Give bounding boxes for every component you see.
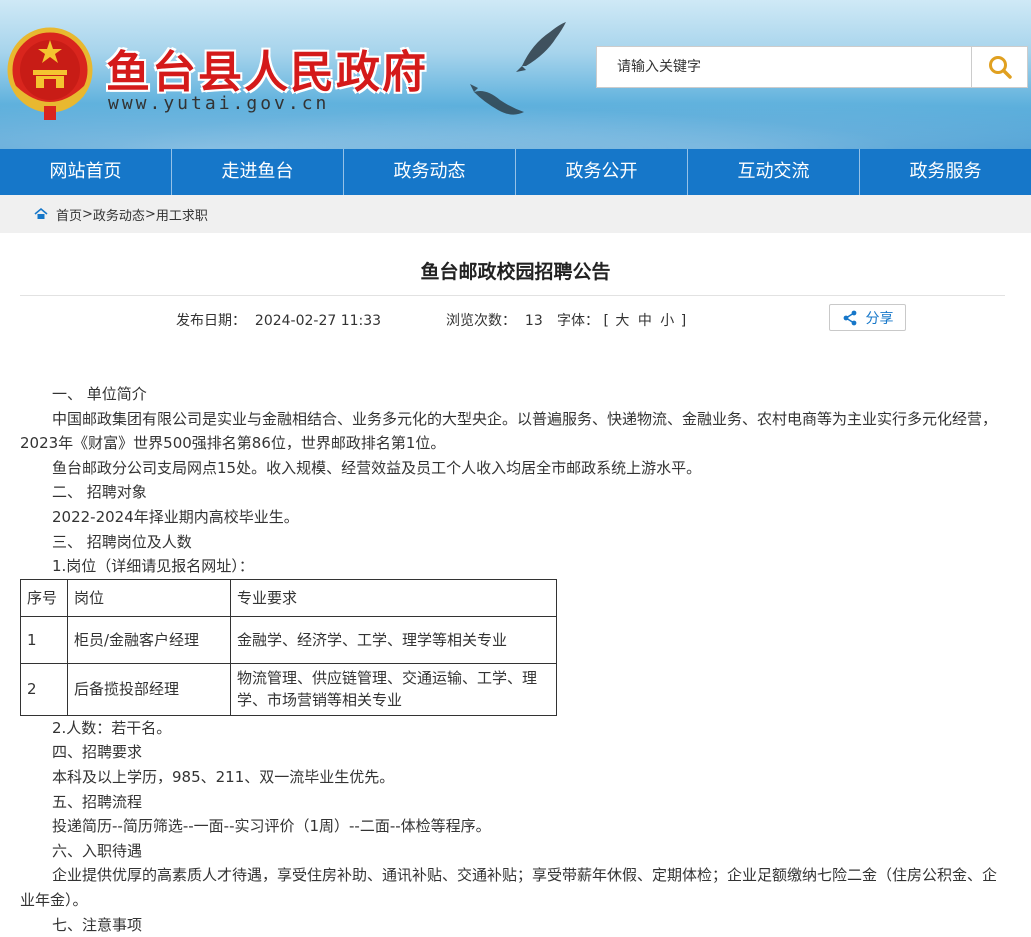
font-size-bracket: ] (681, 313, 686, 329)
section-heading: 一、 单位简介 (20, 382, 1009, 407)
section-heading: 六、入职待遇 (20, 839, 1009, 864)
nav-item-services[interactable]: 政务服务 (860, 149, 1031, 195)
breadcrumb-jobs-link[interactable]: 用工求职 (156, 205, 208, 224)
section-heading: 五、招聘流程 (20, 790, 1009, 815)
share-button[interactable]: 分享 (829, 304, 906, 331)
table-cell: 柜员/金融客户经理 (68, 616, 231, 663)
table-row: 1 柜员/金融客户经理 金融学、经济学、工学、理学等相关专业 (21, 616, 557, 663)
breadcrumb-home-link[interactable]: 首页 (56, 205, 82, 224)
nav-item-public[interactable]: 政务公开 (516, 149, 688, 195)
font-size-label: 字体： (557, 313, 599, 329)
site-title: 鱼台县人民政府 (106, 36, 428, 100)
section-heading: 七、注意事项 (20, 913, 1009, 937)
view-count-value: 13 (525, 313, 543, 329)
article-content: 一、 单位简介 中国邮政集团有限公司是实业与金融相结合、业务多元化的大型央企。以… (0, 382, 1031, 937)
table-row: 2 后备揽投部经理 物流管理、供应链管理、交通运输、工学、理学、市场营销等相关专… (21, 663, 557, 715)
jobs-table: 序号 岗位 专业要求 1 柜员/金融客户经理 金融学、经济学、工学、理学等相关专… (20, 579, 557, 716)
site-url: www.yutai.gov.cn (108, 93, 329, 114)
home-icon (34, 207, 48, 221)
table-cell: 2 (21, 663, 68, 715)
table-cell: 后备揽投部经理 (68, 663, 231, 715)
national-emblem-icon (6, 26, 94, 122)
fish-decoration-icon (468, 78, 528, 128)
table-cell: 1 (21, 616, 68, 663)
publish-date-value: 2024-02-27 11:33 (255, 313, 381, 329)
paragraph: 2022-2024年择业期内高校毕业生。 (20, 505, 1009, 530)
font-size-bracket: [ (603, 313, 608, 329)
share-label: 分享 (866, 308, 894, 328)
font-size-small[interactable]: 小 (658, 313, 676, 329)
font-size-large[interactable]: 大 (613, 313, 631, 329)
site-header: 鱼台县人民政府 www.yutai.gov.cn 请输入关键字 (0, 0, 1031, 149)
table-cell: 金融学、经济学、工学、理学等相关专业 (231, 616, 557, 663)
article-meta: 发布日期： 2024-02-27 11:33 浏览次数： 13 字体： [ 大 … (0, 296, 1031, 344)
section-heading: 三、 招聘岗位及人数 (20, 530, 1009, 555)
section-heading: 四、招聘要求 (20, 740, 1009, 765)
table-header-row: 序号 岗位 专业要求 (21, 579, 557, 616)
nav-item-news[interactable]: 政务动态 (344, 149, 516, 195)
breadcrumb: 首页 > 政务动态 > 用工求职 (0, 195, 1031, 233)
font-size-medium[interactable]: 中 (636, 313, 654, 329)
publish-date-label: 发布日期： (176, 313, 246, 329)
search-icon (987, 54, 1013, 80)
paragraph: 中国邮政集团有限公司是实业与金融相结合、业务多元化的大型央企。以普遍服务、快递物… (20, 407, 1009, 456)
main-nav: 网站首页 走进鱼台 政务动态 政务公开 互动交流 政务服务 (0, 149, 1031, 195)
paragraph: 2.人数：若干名。 (20, 716, 1009, 741)
paragraph: 鱼台邮政分公司支局网点15处。收入规模、经营效益及员工个人收入均居全市邮政系统上… (20, 456, 1009, 481)
fish-decoration-icon (512, 14, 572, 74)
search-input[interactable]: 请输入关键字 (596, 46, 972, 88)
breadcrumb-separator: > (145, 207, 156, 222)
table-header-cell: 岗位 (68, 579, 231, 616)
publish-date: 发布日期： 2024-02-27 11:33 (176, 310, 381, 330)
view-count: 浏览次数： 13 (446, 310, 543, 330)
paragraph: 投递简历--简历筛选--一面--实习评价（1周）--二面--体检等程序。 (20, 814, 1009, 839)
font-size-control: 字体： [ 大 中 小 ] (557, 310, 686, 330)
paragraph: 企业提供优厚的高素质人才待遇，享受住房补助、通讯补贴、交通补贴；享受带薪年休假、… (20, 863, 1009, 912)
table-header-cell: 序号 (21, 579, 68, 616)
view-count-label: 浏览次数： (446, 313, 516, 329)
share-icon (842, 310, 858, 326)
table-cell: 物流管理、供应链管理、交通运输、工学、理学、市场营销等相关专业 (231, 663, 557, 715)
breadcrumb-news-link[interactable]: 政务动态 (93, 205, 145, 224)
table-header-cell: 专业要求 (231, 579, 557, 616)
breadcrumb-separator: > (82, 207, 93, 222)
nav-item-about[interactable]: 走进鱼台 (172, 149, 344, 195)
paragraph: 1.岗位（详细请见报名网址）： (20, 554, 1009, 579)
nav-item-home[interactable]: 网站首页 (0, 149, 172, 195)
search-button[interactable] (972, 46, 1028, 88)
section-heading: 二、 招聘对象 (20, 480, 1009, 505)
nav-item-interact[interactable]: 互动交流 (688, 149, 860, 195)
article-title: 鱼台邮政校园招聘公告 (0, 260, 1031, 284)
paragraph: 本科及以上学历，985、211、双一流毕业生优先。 (20, 765, 1009, 790)
